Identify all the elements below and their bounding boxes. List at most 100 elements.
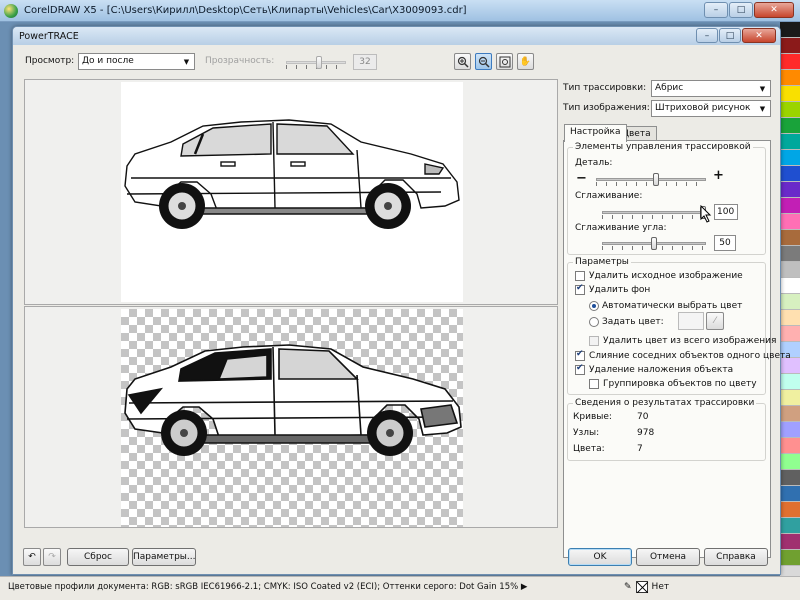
transparency-label: Прозрачность: <box>205 56 275 66</box>
palette-swatch[interactable] <box>780 438 800 454</box>
palette-swatch[interactable] <box>780 166 800 182</box>
merge-adjacent-checkbox[interactable] <box>575 349 585 361</box>
dialog-maximize-button[interactable]: □ <box>719 28 741 43</box>
options-button[interactable]: Параметры... <box>132 548 196 566</box>
remove-color-all-label: Удалить цвет из всего изображения <box>603 336 777 346</box>
color-profiles-text: Цветовые профили документа: RGB: sRGB IE… <box>8 582 527 592</box>
results-title: Сведения о результатах трассировки <box>573 398 757 408</box>
palette-swatch[interactable] <box>780 38 800 54</box>
smoothing-label: Сглаживание: <box>575 191 643 201</box>
undo-icon: ↶ <box>28 552 36 562</box>
palette-swatch[interactable] <box>780 182 800 198</box>
corner-smoothing-slider-thumb[interactable] <box>651 237 657 250</box>
profiles-arrow-icon[interactable]: ▶ <box>521 582 528 592</box>
dialog-close-button[interactable]: ✕ <box>742 28 776 43</box>
palette-swatch[interactable] <box>780 246 800 262</box>
preview-before-pane <box>24 79 558 305</box>
palette-swatch[interactable] <box>780 118 800 134</box>
tab-settings[interactable]: Настройка <box>564 124 627 142</box>
help-button[interactable]: Справка <box>704 548 768 566</box>
car-original-image <box>124 119 460 229</box>
palette-swatch[interactable] <box>780 262 800 278</box>
traced-image-canvas <box>121 309 463 527</box>
merge-adjacent-label: Слияние соседних объектов одного цвета <box>589 351 791 361</box>
redo-button[interactable]: ↷ <box>43 548 61 566</box>
eyedropper-button[interactable]: ⁄ <box>706 312 724 330</box>
palette-swatch[interactable] <box>780 198 800 214</box>
palette-swatch[interactable] <box>780 86 800 102</box>
palette-swatch[interactable] <box>780 150 800 166</box>
detail-minus-icon[interactable]: − <box>576 171 587 186</box>
results-nodes-value: 978 <box>637 428 655 438</box>
palette-swatch[interactable] <box>780 310 800 326</box>
remove-overlap-label: Удаление наложения объекта <box>589 365 734 375</box>
palette-swatch[interactable] <box>780 230 800 246</box>
palette-swatch[interactable] <box>780 486 800 502</box>
fill-indicator: ✎ Нет <box>624 581 669 593</box>
transparency-value-field[interactable]: 32 <box>353 54 377 70</box>
palette-swatch[interactable] <box>780 454 800 470</box>
transparency-slider-thumb[interactable] <box>316 56 322 69</box>
app-minimize-button[interactable]: – <box>704 2 728 18</box>
palette-swatch[interactable] <box>780 134 800 150</box>
trace-type-select[interactable]: Абрис ▼ <box>651 80 771 97</box>
palette-swatch[interactable] <box>780 326 800 342</box>
palette-swatch[interactable] <box>780 422 800 438</box>
transparency-slider[interactable] <box>286 56 346 70</box>
detail-slider-thumb[interactable] <box>653 173 659 186</box>
palette-swatch[interactable] <box>780 406 800 422</box>
palette-swatch[interactable] <box>780 102 800 118</box>
remove-overlap-checkbox[interactable] <box>575 363 585 375</box>
image-type-select[interactable]: Штриховой рисунок ▼ <box>651 100 771 117</box>
zoom-out-button[interactable] <box>475 53 492 70</box>
fit-to-window-button[interactable] <box>496 53 513 70</box>
zoom-in-button[interactable] <box>454 53 471 70</box>
dialog-title: PowerTRACE <box>19 31 79 42</box>
palette-swatch[interactable] <box>780 502 800 518</box>
color-swatch-field[interactable] <box>678 312 704 330</box>
palette-swatch[interactable] <box>780 70 800 86</box>
remove-original-checkbox[interactable] <box>575 271 585 281</box>
palette-swatch[interactable] <box>780 550 800 566</box>
palette-swatch[interactable] <box>780 390 800 406</box>
smoothing-value-field[interactable]: 100 <box>714 204 738 220</box>
palette-swatch[interactable] <box>780 54 800 70</box>
group-by-color-label: Группировка объектов по цвету <box>603 379 757 389</box>
color-palette[interactable] <box>780 22 800 577</box>
corner-smoothing-slider[interactable] <box>602 237 706 251</box>
palette-swatch[interactable] <box>780 518 800 534</box>
preview-label: Просмотр: <box>25 56 75 66</box>
detail-plus-icon[interactable]: + <box>713 168 724 183</box>
redo-icon: ↷ <box>48 552 56 562</box>
palette-swatch[interactable] <box>780 374 800 390</box>
pan-button[interactable]: ✋ <box>517 53 534 70</box>
remove-color-all-checkbox[interactable] <box>589 336 599 346</box>
detail-slider[interactable] <box>596 173 706 187</box>
group-by-color-checkbox[interactable] <box>589 379 599 389</box>
palette-swatch[interactable] <box>780 278 800 294</box>
app-titlebar: CorelDRAW X5 - [C:\Users\Кирилл\Desktop\… <box>0 0 800 22</box>
dialog-window-controls: – □ ✕ <box>696 28 776 43</box>
set-color-radio[interactable] <box>589 317 599 327</box>
trace-controls-group: Элементы управления трассировкой Деталь:… <box>567 142 766 255</box>
auto-color-radio[interactable] <box>589 301 599 311</box>
palette-swatch[interactable] <box>780 214 800 230</box>
dialog-minimize-button[interactable]: – <box>696 28 718 43</box>
preview-select[interactable]: До и после ▼ <box>78 53 195 70</box>
image-type-value: Штриховой рисунок <box>655 103 751 113</box>
corner-smoothing-value-field[interactable]: 50 <box>714 235 736 251</box>
remove-background-checkbox[interactable] <box>575 283 585 295</box>
reset-button[interactable]: Сброс <box>67 548 129 566</box>
palette-swatch[interactable] <box>780 294 800 310</box>
ok-button[interactable]: OK <box>568 548 632 566</box>
smoothing-slider[interactable] <box>602 206 706 220</box>
status-bar: Цветовые профили документа: RGB: sRGB IE… <box>0 576 800 600</box>
palette-swatch[interactable] <box>780 470 800 486</box>
palette-swatch[interactable] <box>780 534 800 550</box>
app-close-button[interactable]: ✕ <box>754 2 794 18</box>
app-maximize-button[interactable]: □ <box>729 2 753 18</box>
undo-button[interactable]: ↶ <box>23 548 41 566</box>
cancel-button[interactable]: Отмена <box>636 548 700 566</box>
palette-swatch[interactable] <box>780 22 800 38</box>
eyedropper-icon: ⁄ <box>714 316 716 326</box>
